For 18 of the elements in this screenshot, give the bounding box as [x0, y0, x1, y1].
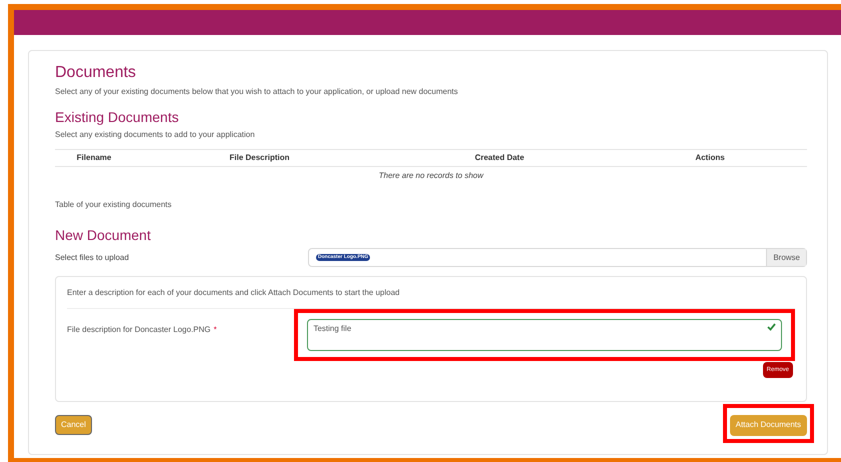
column-header: Created Date [474, 152, 524, 164]
upload-instructions: Enter a description for each of your documents and click Attach Documents to start the upload [67, 287, 401, 299]
empty-message: There are no records to show [378, 170, 484, 182]
column-header: File Description [229, 152, 290, 164]
column-header: Filename [76, 152, 112, 164]
section-title: Existing Documents [55, 108, 180, 127]
browse-button[interactable]: Browse [766, 249, 806, 266]
table-caption: Table of your existing documents [55, 199, 173, 211]
field-label: File description for Doncaster Logo.PNG [67, 324, 211, 336]
section-description: Select any existing documents to add to your application [55, 129, 256, 141]
check-icon [767, 323, 776, 331]
description-field[interactable]: Testing file [307, 319, 782, 351]
page-description: Select any of your existing documents below that you wish to attach to your application, or upload new documents [55, 86, 459, 98]
section-title: New Document [55, 226, 152, 245]
column-header: Actions [695, 152, 725, 164]
upload-label: Select files to upload [55, 252, 130, 264]
page-title: Documents [55, 63, 137, 83]
required-mark: * [214, 324, 217, 336]
